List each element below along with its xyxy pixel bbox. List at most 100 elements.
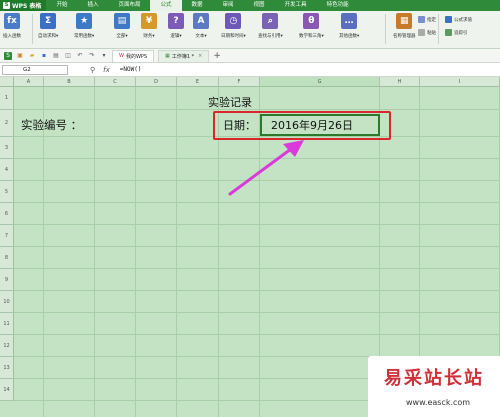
tab-my-wps[interactable]: W 我的WPS	[112, 49, 155, 62]
ribbon-button-finance[interactable]: ¥ 财务▾	[141, 13, 157, 39]
open-folder-icon[interactable]: ▰	[28, 52, 36, 60]
cell-experiment-id-label[interactable]: 实验编号 ：	[21, 117, 82, 133]
row-gridline	[14, 180, 500, 181]
row-gridline	[14, 158, 500, 159]
tab-view[interactable]: 视图	[244, 0, 275, 11]
row-header-3[interactable]: 3	[0, 137, 14, 159]
redo-icon[interactable]: ↷	[88, 52, 96, 60]
ribbon-button-label: 数学和三角▾	[299, 34, 324, 39]
name-box[interactable]: G2	[2, 64, 68, 75]
tab-formulas[interactable]: 公式	[150, 0, 182, 11]
lookup-icon: ⌕	[262, 13, 279, 29]
ribbon-button-text[interactable]: A 文本▾	[193, 13, 209, 39]
cell-title[interactable]: 实验记录	[208, 94, 252, 110]
save-icon[interactable]: ▪	[40, 52, 48, 60]
tab-insert[interactable]: 插入	[77, 0, 108, 11]
tab-page-layout[interactable]: 页面布局	[108, 0, 150, 11]
column-header-d[interactable]: D	[136, 77, 177, 87]
ribbon-small-specify[interactable]: 指定	[418, 16, 436, 23]
ribbon-button-name-manager[interactable]: ▦ 名称管理器	[393, 13, 416, 39]
ribbon-small-trace[interactable]: 追踪引	[445, 29, 468, 36]
app-menu-button[interactable]: S WPS 表格	[0, 0, 47, 11]
ribbon-button-lookup[interactable]: ⌕ 查找与引用▾	[258, 13, 283, 39]
tab-data[interactable]: 数据	[182, 0, 213, 11]
close-tab-icon[interactable]: ×	[198, 53, 202, 59]
cell-date-value[interactable]: 2016年9月26日	[271, 117, 353, 133]
new-tab-button[interactable]: +	[213, 51, 221, 61]
row-header-11[interactable]: 11	[0, 313, 14, 335]
name-manager-icon: ▦	[396, 13, 413, 29]
logic-icon: ?	[168, 13, 184, 29]
ribbon-small-paste-name[interactable]: 粘贴	[418, 29, 436, 36]
wps-logo-icon: S	[3, 2, 10, 9]
tab-workbook1-label: 工作簿1 *	[171, 53, 195, 60]
row-header-5[interactable]: 5	[0, 181, 14, 203]
ribbon-button-label: 日期和时间▾	[221, 34, 246, 39]
ribbon-button-math[interactable]: θ 数学和三角▾	[299, 13, 324, 39]
ribbon: fx 插入函数 Σ 自动求和▾ ★ 常用函数▾ ▤ 全部▾ ¥ 财务▾? 逻辑▾ A 文本▾ ◷ 日期和时间…	[0, 11, 500, 49]
finance-icon: ¥	[141, 13, 157, 29]
app-name: WPS 表格	[12, 3, 42, 10]
row-gridline	[14, 202, 500, 203]
ribbon-separator	[438, 14, 439, 44]
row-header-1[interactable]: 1	[0, 87, 14, 110]
cell-date-label[interactable]: 日期：	[223, 117, 256, 133]
ribbon-button-label: 插入函数	[3, 34, 21, 39]
tab-developer[interactable]: 开发工具	[275, 0, 317, 11]
row-header-10[interactable]: 10	[0, 291, 14, 313]
preview-icon[interactable]: ◫	[64, 52, 72, 60]
ribbon-button-label: 名称管理器	[393, 34, 416, 39]
select-all-corner[interactable]	[0, 77, 14, 87]
column-header-g[interactable]: G	[260, 77, 380, 87]
formula-input[interactable]: =NOW()	[120, 66, 142, 73]
tab-start[interactable]: 开始	[46, 0, 77, 11]
row-header-14[interactable]: 14	[0, 379, 14, 401]
ribbon-small-label: 指定	[427, 17, 436, 23]
column-header-a[interactable]: A	[14, 77, 44, 87]
all-functions-icon: ▤	[114, 13, 130, 29]
row-header-12[interactable]: 12	[0, 335, 14, 357]
paste-name-icon	[418, 29, 425, 36]
app-icon[interactable]: S	[4, 51, 12, 60]
tab-special[interactable]: 特色功能	[317, 0, 359, 11]
ribbon-button-all-functions[interactable]: ▤ 全部▾	[114, 13, 130, 39]
row-header-2[interactable]: 2	[0, 110, 14, 137]
column-header-i[interactable]: I	[420, 77, 500, 87]
ribbon-small-label: 公式求值	[454, 17, 472, 23]
undo-icon[interactable]: ↶	[76, 52, 84, 60]
ribbon-button-star-function[interactable]: ★ 常用函数▾	[74, 13, 94, 39]
ribbon-button-fx[interactable]: fx 插入函数	[3, 13, 21, 39]
column-header-c[interactable]: C	[95, 77, 136, 87]
trace-icon	[445, 29, 452, 36]
new-file-icon[interactable]: ▣	[16, 52, 24, 60]
column-header-f[interactable]: F	[219, 77, 260, 87]
column-header-h[interactable]: H	[380, 77, 420, 87]
ribbon-button-sigma[interactable]: Σ 自动求和▾	[38, 13, 58, 39]
column-header-b[interactable]: B	[44, 77, 95, 87]
row-header-7[interactable]: 7	[0, 225, 14, 247]
row-header-4[interactable]: 4	[0, 159, 14, 181]
ribbon-button-label: 常用函数▾	[74, 34, 95, 39]
tab-review[interactable]: 审阅	[213, 0, 244, 11]
ribbon-button-label: 全部▾	[116, 34, 128, 39]
ribbon-button-label: 查找与引用▾	[258, 34, 283, 39]
column-header-e[interactable]: E	[177, 77, 219, 87]
zoom-icon[interactable]: ⚲	[90, 66, 95, 74]
print-icon[interactable]: ▤	[52, 52, 60, 60]
ribbon-button-clock[interactable]: ◷ 日期和时间▾	[221, 13, 246, 39]
ribbon-button-logic[interactable]: ? 逻辑▾	[168, 13, 184, 39]
ribbon-button-label: 逻辑▾	[170, 34, 182, 39]
row-header-6[interactable]: 6	[0, 203, 14, 225]
fx-icon[interactable]: fx	[103, 66, 110, 74]
ribbon-button-more-functions[interactable]: … 其他函数▾	[339, 13, 359, 39]
row-header-9[interactable]: 9	[0, 269, 14, 291]
row-header-13[interactable]: 13	[0, 357, 14, 379]
customize-arrow-icon[interactable]: ▾	[100, 52, 108, 60]
row-gridline	[14, 268, 500, 269]
tab-my-wps-label: 我的WPS	[125, 53, 148, 60]
tab-workbook1[interactable]: ▦ 工作簿1 * ×	[158, 49, 210, 62]
watermark-title: 易采站长站	[384, 368, 484, 389]
row-header-8[interactable]: 8	[0, 247, 14, 269]
ribbon-small-formula-eval[interactable]: 公式求值	[445, 16, 472, 23]
quick-access-bar: S ▣ ▰ ▪ ▤ ◫ ↶ ↷ ▾ W 我的WPS ▦ 工作簿1 * × +	[0, 49, 500, 63]
